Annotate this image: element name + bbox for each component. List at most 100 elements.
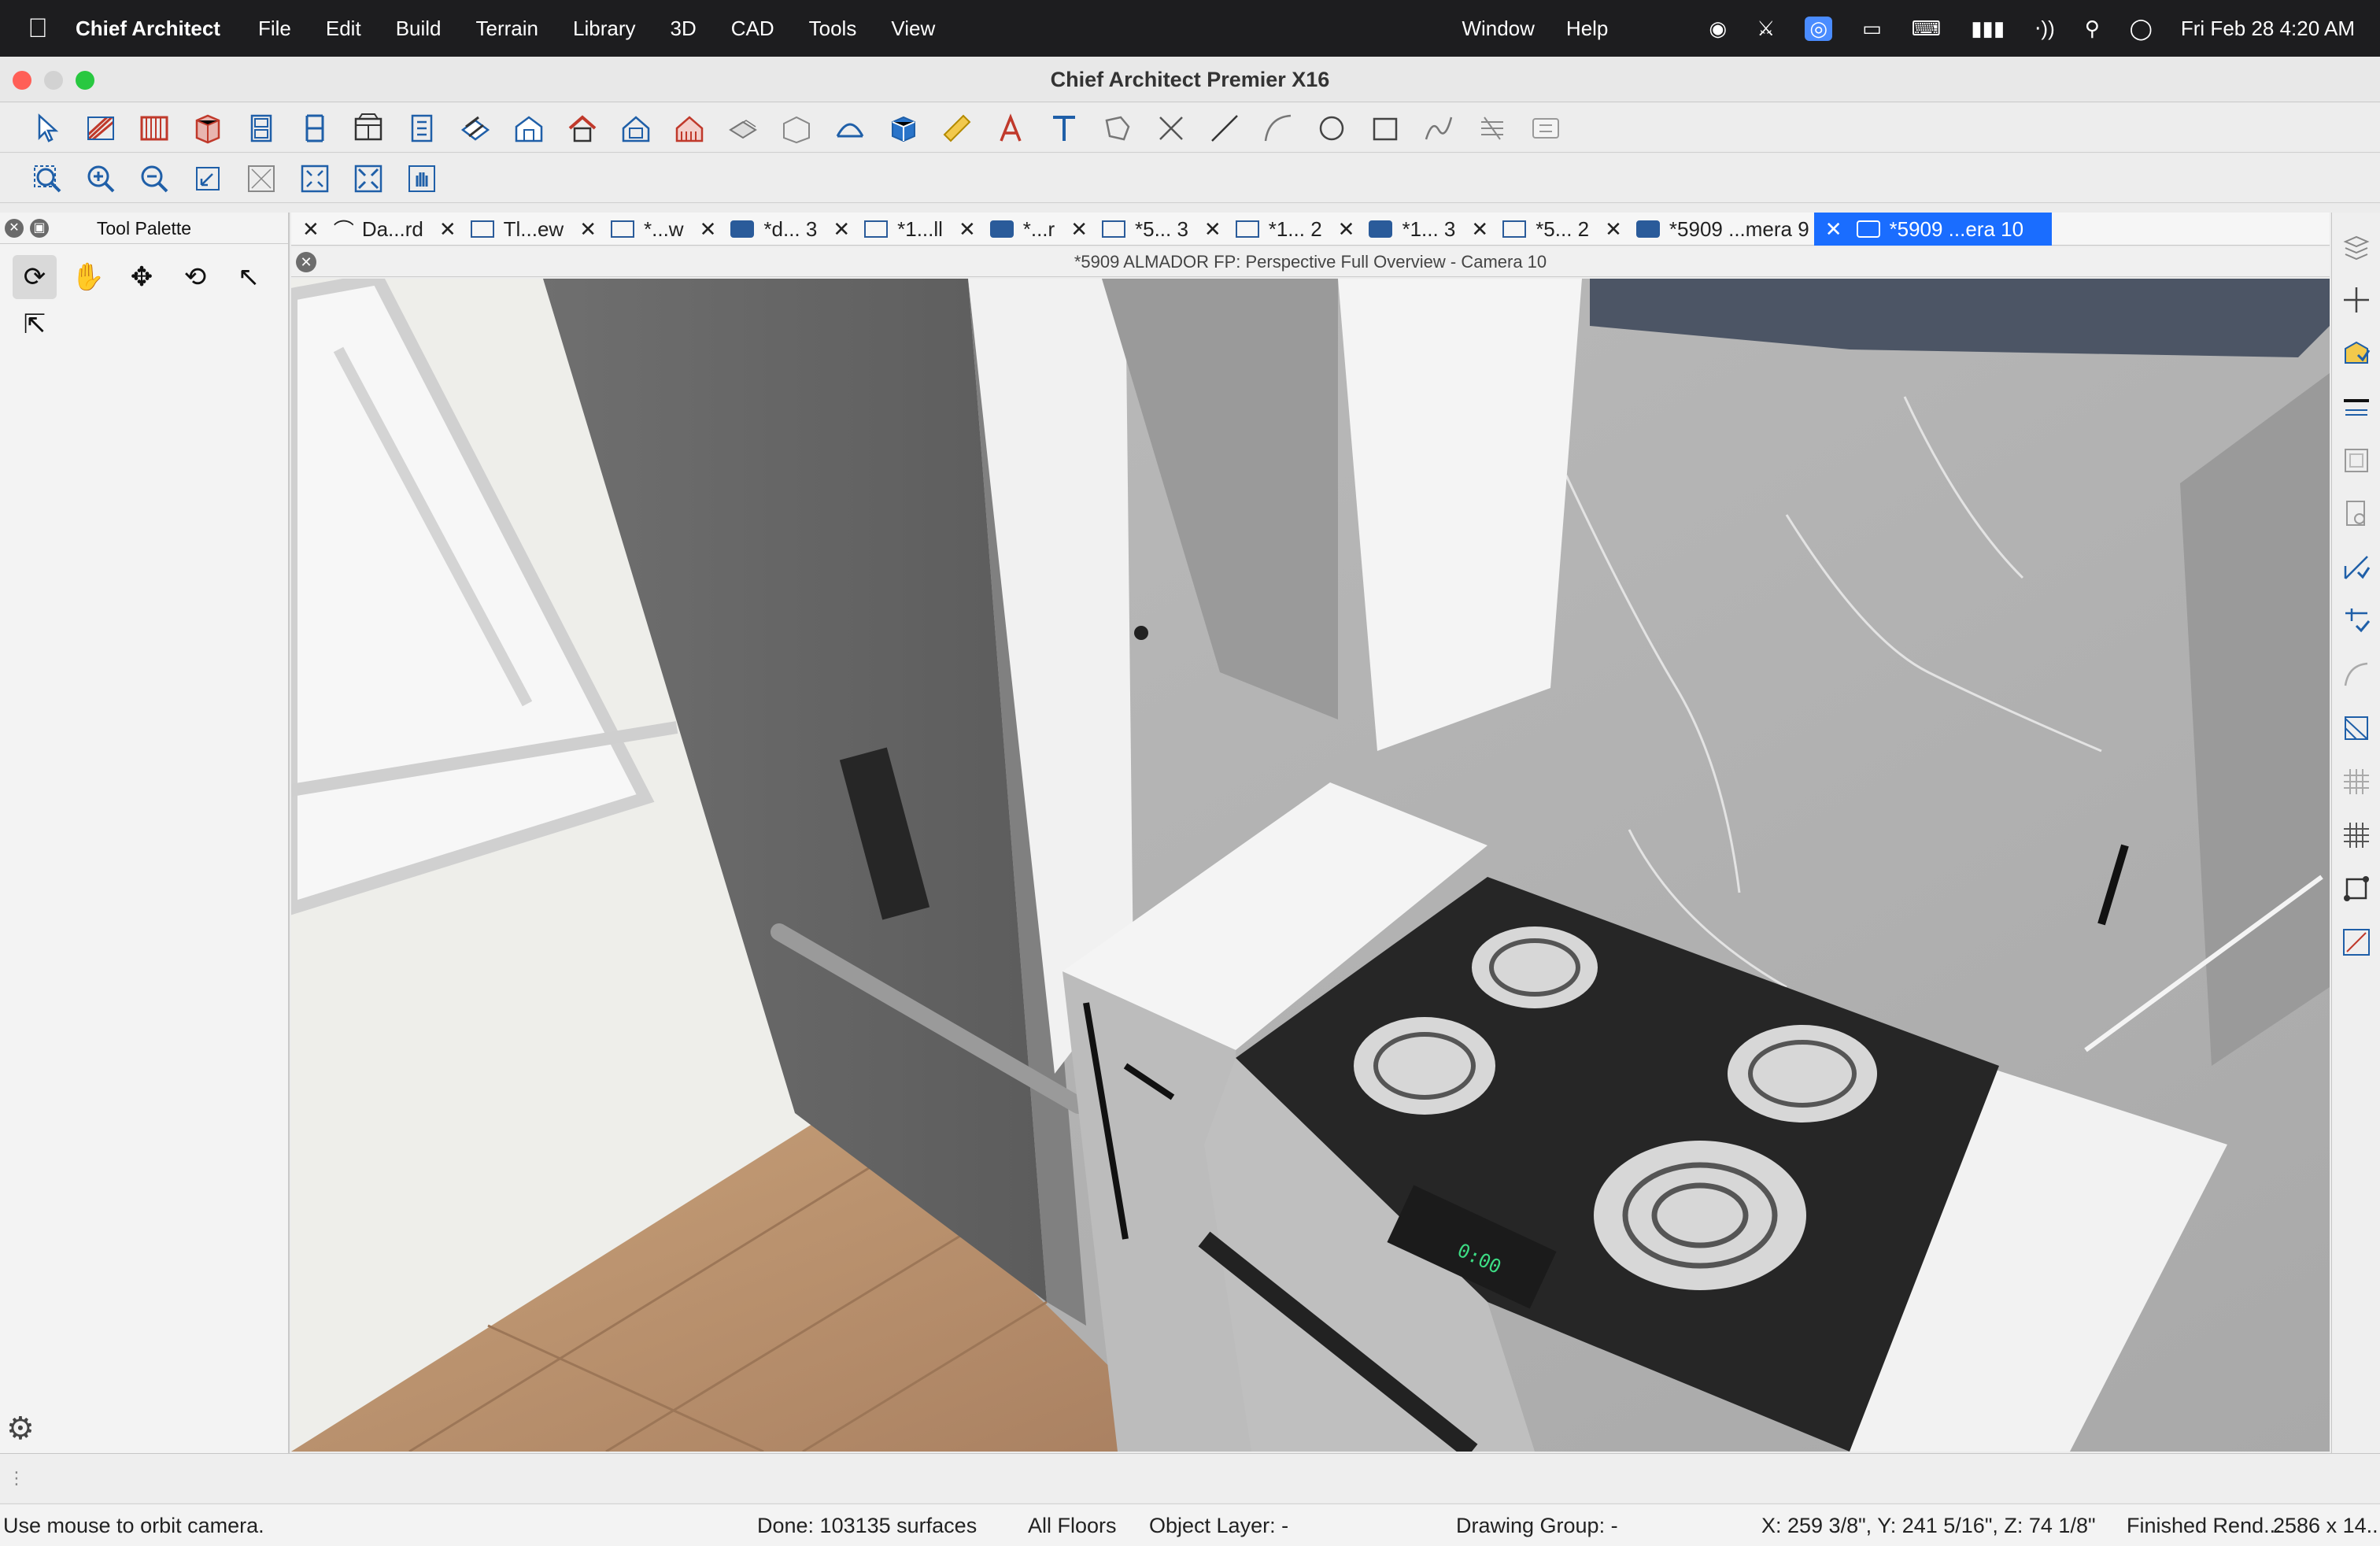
dormer-tool-button[interactable] bbox=[615, 108, 656, 149]
edit-camera-tool[interactable]: ⇱ bbox=[13, 302, 57, 346]
tab-item[interactable]: ✕ Tl...ew bbox=[428, 213, 568, 246]
rectangle-tool-button[interactable] bbox=[1365, 108, 1406, 149]
tab-item[interactable]: ✕ *1...ll bbox=[822, 213, 948, 246]
menu-clock[interactable]: Fri Feb 28 4:20 AM bbox=[2181, 17, 2355, 41]
plot-button[interactable] bbox=[2337, 923, 2376, 962]
circle-tool-button[interactable] bbox=[1311, 108, 1352, 149]
line-tool-button[interactable] bbox=[1204, 108, 1245, 149]
close-tab-icon[interactable]: ✕ bbox=[1070, 217, 1088, 242]
tab-item[interactable]: ✕ *1... 2 bbox=[1193, 213, 1327, 246]
cad-shape-button[interactable] bbox=[1097, 108, 1138, 149]
tab-item[interactable]: ✕ *...r bbox=[948, 213, 1059, 246]
text-style-button[interactable] bbox=[990, 108, 1031, 149]
select-camera-tool[interactable]: ↖ bbox=[227, 255, 271, 299]
close-tab-icon[interactable]: ✕ bbox=[959, 217, 976, 242]
tab-item[interactable]: ✕ *d... 3 bbox=[689, 213, 822, 246]
stair-tool-button[interactable] bbox=[401, 108, 442, 149]
add-point-button[interactable] bbox=[2337, 280, 2376, 320]
window-tool-button[interactable] bbox=[294, 108, 335, 149]
tab-item-active[interactable]: ✕ *5909 ...era 10 bbox=[1813, 213, 2053, 246]
display-icon[interactable]: ▭ bbox=[1862, 17, 1882, 41]
zoom-window-button[interactable] bbox=[76, 71, 94, 90]
frame-button[interactable] bbox=[2337, 441, 2376, 480]
close-tab-icon[interactable]: ✕ bbox=[1825, 217, 1842, 242]
fill-window-all-button[interactable] bbox=[348, 158, 389, 199]
close-palette-button[interactable]: ✕ bbox=[5, 219, 24, 238]
close-tab-icon[interactable]: ✕ bbox=[579, 217, 597, 242]
delete-cad-button[interactable] bbox=[1151, 108, 1192, 149]
railing-tool-button[interactable] bbox=[134, 108, 175, 149]
shed-tool-button[interactable] bbox=[669, 108, 710, 149]
zoom-window-tool-button[interactable] bbox=[27, 158, 68, 199]
pan-camera-tool[interactable]: ✋ bbox=[66, 255, 110, 299]
arc-tool-button[interactable] bbox=[1258, 108, 1299, 149]
spline-tool-button[interactable] bbox=[1418, 108, 1459, 149]
apple-icon[interactable]:  bbox=[0, 13, 76, 44]
wall-tool-button[interactable] bbox=[80, 108, 121, 149]
room-tool-button[interactable] bbox=[508, 108, 549, 149]
menu-edit[interactable]: Edit bbox=[326, 17, 361, 41]
wifi-icon[interactable]: ⋅)) bbox=[2034, 17, 2055, 41]
zoom-in-button[interactable] bbox=[80, 158, 121, 199]
gamepad-icon[interactable]: ⚔ bbox=[1757, 17, 1775, 41]
find-object-button[interactable] bbox=[2337, 494, 2376, 534]
tab-item[interactable]: ✕ ⌒ Da...rd bbox=[291, 213, 428, 246]
grid-display-button[interactable] bbox=[2337, 762, 2376, 801]
close-tab-icon[interactable]: ✕ bbox=[1471, 217, 1488, 242]
tab-item[interactable]: ✕ *5909 ...mera 9 bbox=[1594, 213, 1814, 246]
move-camera-tool[interactable]: ✥ bbox=[120, 255, 164, 299]
box-tool-button[interactable] bbox=[883, 108, 924, 149]
grid-toggle-button[interactable] bbox=[2337, 816, 2376, 855]
search-icon[interactable]: ⚲ bbox=[2085, 17, 2100, 41]
interior-tool-button[interactable] bbox=[776, 108, 817, 149]
close-tab-icon[interactable]: ✕ bbox=[1605, 217, 1622, 242]
undo-zoom-button[interactable] bbox=[187, 158, 228, 199]
roof-tool-button[interactable] bbox=[562, 108, 603, 149]
door-tool-button[interactable] bbox=[241, 108, 282, 149]
zoom-out-button[interactable] bbox=[134, 158, 175, 199]
framing-tool-button[interactable] bbox=[455, 108, 496, 149]
angle-snap-button[interactable] bbox=[2337, 548, 2376, 587]
control-center-icon[interactable]: ◯ bbox=[2130, 17, 2153, 41]
siri-icon[interactable]: ◉ bbox=[1709, 17, 1727, 41]
close-tab-icon[interactable]: ✕ bbox=[1204, 217, 1221, 242]
menu-view[interactable]: View bbox=[891, 17, 935, 41]
menu-cad[interactable]: CAD bbox=[731, 17, 774, 41]
menu-build[interactable]: Build bbox=[396, 17, 442, 41]
tab-item[interactable]: ✕ *5... 2 bbox=[1460, 213, 1594, 246]
layer-tool-button[interactable] bbox=[1472, 108, 1513, 149]
app-menu[interactable]: Chief Architect bbox=[76, 17, 220, 41]
select-objects-button[interactable] bbox=[27, 108, 68, 149]
text-tool-button[interactable] bbox=[1044, 108, 1085, 149]
tab-item[interactable]: ✕ *5... 3 bbox=[1059, 213, 1193, 246]
cabinet-tool-button[interactable] bbox=[187, 108, 228, 149]
keyboard-icon[interactable]: ⌨ bbox=[1912, 17, 1942, 41]
tab-item[interactable]: ✕ *...w bbox=[568, 213, 688, 246]
grid-snap-button[interactable] bbox=[2337, 708, 2376, 748]
fill-window-button[interactable] bbox=[241, 158, 282, 199]
close-tab-icon[interactable]: ✕ bbox=[302, 217, 320, 242]
menu-window[interactable]: Window bbox=[1462, 17, 1534, 41]
menu-file[interactable]: File bbox=[258, 17, 291, 41]
close-window-button[interactable] bbox=[13, 71, 31, 90]
battery-icon[interactable]: ▮▮▮ bbox=[1971, 17, 2005, 41]
close-tab-icon[interactable]: ✕ bbox=[833, 217, 850, 242]
dimension-tool-button[interactable] bbox=[937, 108, 978, 149]
tilt-camera-tool[interactable]: ⟲ bbox=[173, 255, 217, 299]
terrain-tool-button[interactable] bbox=[722, 108, 763, 149]
minimize-window-button[interactable] bbox=[44, 71, 63, 90]
menu-help[interactable]: Help bbox=[1566, 17, 1608, 41]
cabinet-base-button[interactable] bbox=[348, 108, 389, 149]
detach-palette-button[interactable]: ▣ bbox=[30, 219, 49, 238]
tab-item[interactable]: ✕ *1... 3 bbox=[1327, 213, 1461, 246]
orbit-camera-tool[interactable]: ⟳ bbox=[13, 255, 57, 299]
menu-terrain[interactable]: Terrain bbox=[476, 17, 538, 41]
close-view-button[interactable]: ✕ bbox=[296, 252, 316, 272]
close-tab-icon[interactable]: ✕ bbox=[439, 217, 456, 242]
menu-library[interactable]: Library bbox=[573, 17, 635, 41]
gear-icon[interactable]: ⚙ bbox=[6, 1411, 35, 1447]
object-snap-button[interactable] bbox=[2337, 601, 2376, 641]
fill-window-building-button[interactable] bbox=[294, 158, 335, 199]
app-status-icon[interactable]: ◎ bbox=[1805, 16, 1833, 41]
menu-tools[interactable]: Tools bbox=[809, 17, 857, 41]
